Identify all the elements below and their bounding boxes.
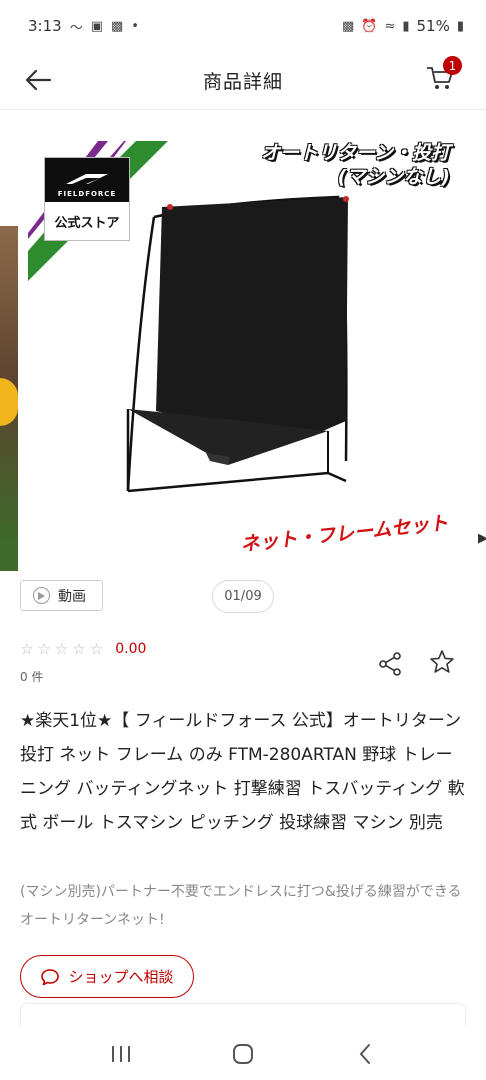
star-icon: ☆ (20, 640, 34, 658)
battery-icon: ▮ (456, 18, 464, 34)
status-right: ▩ ⏰ ≈ ▮ 51% ▮ (342, 17, 464, 35)
home-icon (233, 1043, 253, 1064)
star-icon: ☆ (89, 640, 104, 658)
product-image-gallery[interactable]: FIELDFORCE 公式ストア オートリターン・投打 (マシンなし) ネット・… (0, 111, 486, 571)
status-left: 3:13 〜 ▣ ▩ • (28, 17, 139, 36)
media-controls: 動画 01/09 (20, 580, 466, 614)
chat-bubble-icon (41, 968, 60, 985)
next-section-card (20, 1003, 466, 1027)
image-page-indicator: 01/09 (212, 580, 274, 613)
favorite-button[interactable] (426, 646, 458, 678)
system-nav-bar (0, 1027, 486, 1080)
star-outline-icon (430, 650, 454, 673)
alarm-icon: ⏰ (361, 18, 378, 34)
image-notification-icon: ▩ (111, 18, 124, 34)
notification-icon: 〜 (69, 20, 83, 36)
overlay-title-line1: オートリターン・投打 (260, 142, 450, 164)
video-button[interactable]: 動画 (20, 580, 103, 611)
home-button[interactable] (223, 1034, 263, 1074)
cart-count-badge: 1 (443, 56, 462, 75)
page-title: 商品詳細 (202, 71, 283, 93)
rating-value: 0.00 (115, 641, 147, 657)
brand-name: FIELDFORCE (57, 190, 117, 198)
app-header: 商品詳細 1 (0, 52, 486, 110)
shop-consult-button[interactable]: ショップへ相談 (20, 955, 194, 998)
product-main-image[interactable]: FIELDFORCE 公式ストア オートリターン・投打 (マシンなし) ネット・… (28, 121, 460, 566)
status-bar: 3:13 〜 ▣ ▩ • ▩ ⏰ ≈ ▮ 51% ▮ (0, 0, 486, 52)
cart-button[interactable]: 1 (418, 56, 462, 100)
share-button[interactable] (374, 648, 406, 680)
more-notifications-icon: • (131, 18, 139, 34)
consult-label: ショップへ相談 (68, 968, 174, 986)
brand-logo: FIELDFORCE (45, 158, 129, 202)
status-time: 3:13 (28, 17, 62, 35)
play-icon (33, 587, 50, 604)
product-title: ★楽天1位★【 フィールドフォース 公式】オートリターン 投打 ネット フレーム… (20, 711, 465, 833)
recent-apps-icon (112, 1045, 130, 1062)
official-store-label: 公式ストア (54, 216, 120, 231)
battery-percent: 51% (416, 17, 450, 35)
overlay-title-line2: (マシンなし) (337, 166, 450, 188)
share-icon (379, 652, 401, 676)
brand-mark-icon (66, 174, 108, 184)
star-icon: ☆ (54, 640, 69, 658)
wifi-icon: ≈ (384, 18, 396, 34)
star-icon: ☆ (37, 640, 51, 658)
review-count[interactable]: 0 件 (20, 668, 43, 685)
signal-icon: ▮ (402, 18, 410, 34)
recent-apps-button[interactable] (101, 1034, 141, 1074)
image-overlay-title: オートリターン・投打 (マシンなし) (261, 141, 450, 189)
arrow-left-icon (25, 69, 52, 91)
chevron-left-icon (359, 1043, 370, 1064)
brand-logo-badge: FIELDFORCE 公式ストア (44, 157, 130, 241)
star-icon: ☆ (72, 640, 86, 658)
system-back-button[interactable] (345, 1034, 385, 1074)
previous-image-peek[interactable] (0, 226, 18, 571)
product-description: (マシン別売)パートナー不要でエンドレスに打つ&投げる練習ができるオートリターン… (20, 884, 462, 928)
app-notification-icon: ▣ (90, 18, 103, 34)
next-image-peek[interactable]: ▶ (478, 531, 486, 546)
lock-icon: ▩ (341, 18, 355, 34)
video-label: 動画 (58, 588, 86, 605)
back-button[interactable] (18, 60, 58, 100)
rating-stars[interactable]: ☆ ☆ ☆ ☆ ☆ 0.00 (20, 640, 146, 658)
